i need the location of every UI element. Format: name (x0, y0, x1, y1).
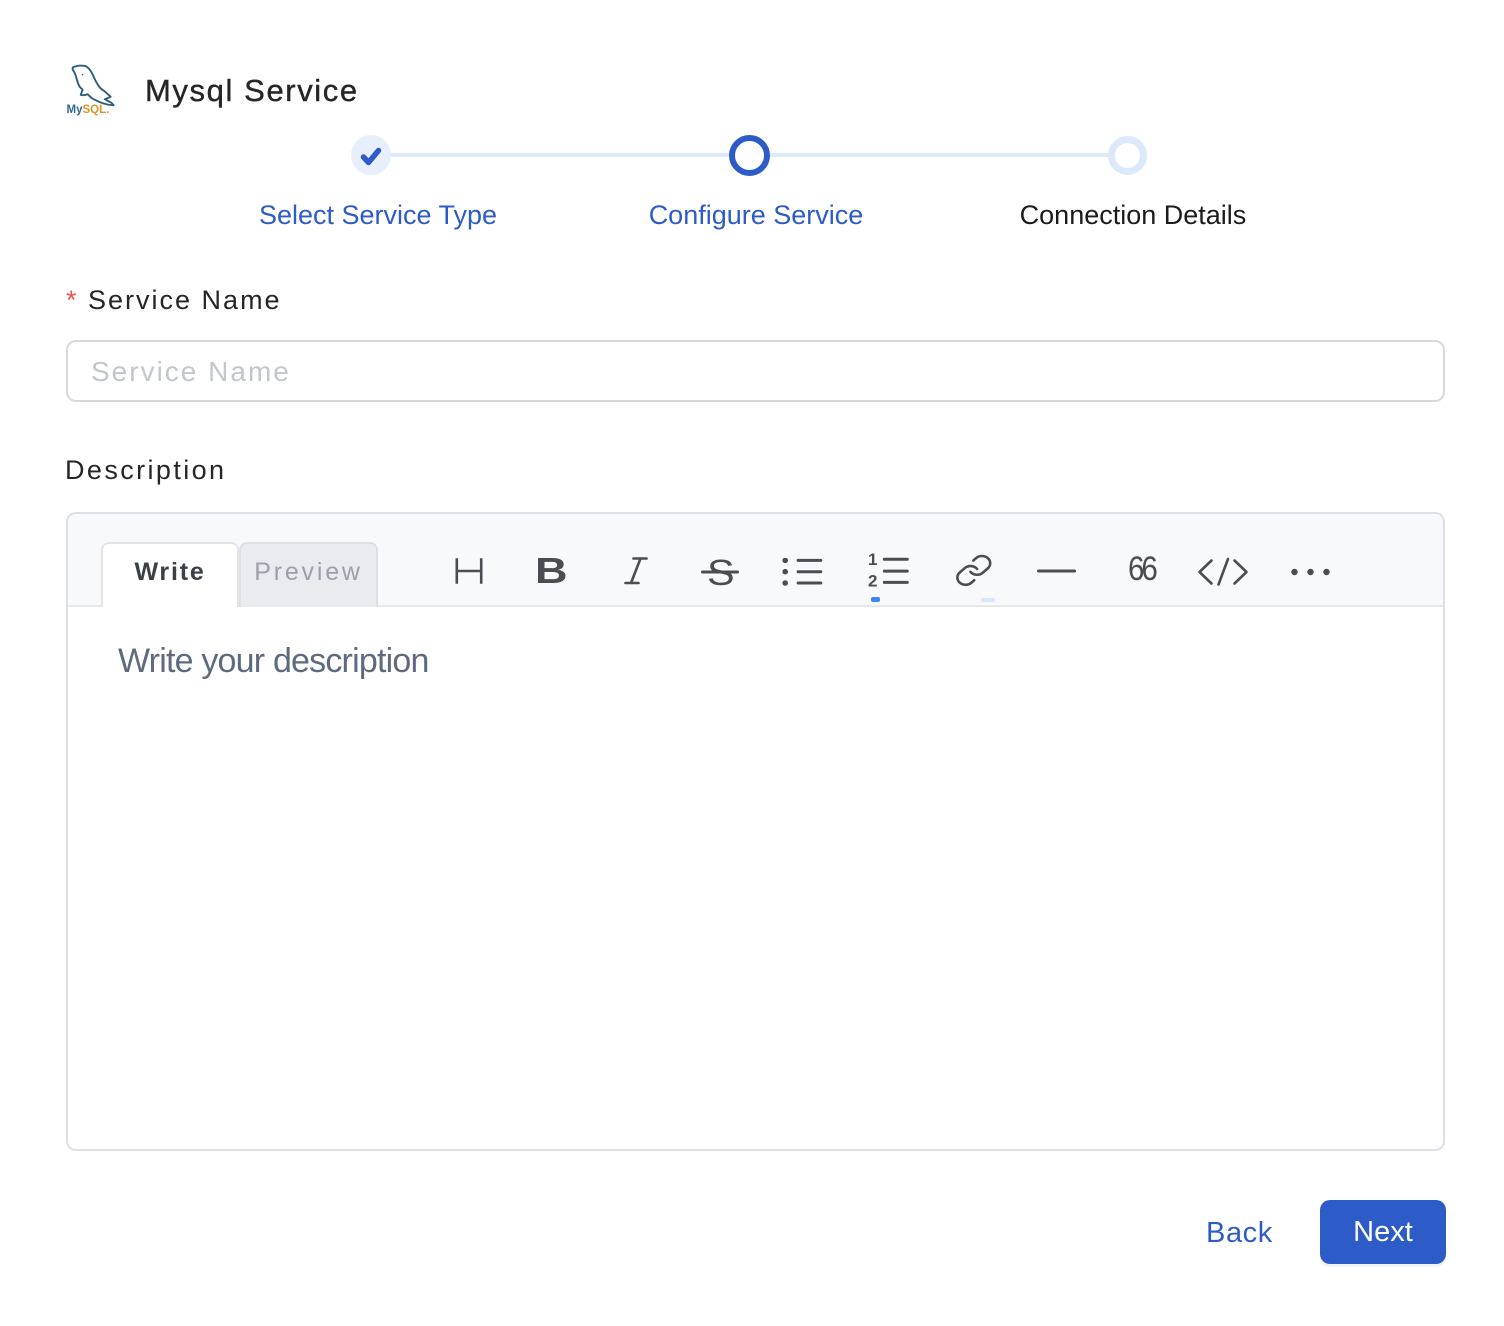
svg-text:2: 2 (868, 571, 877, 590)
svg-text:1: 1 (868, 550, 877, 569)
svg-text:MySQL.: MySQL. (67, 104, 110, 116)
